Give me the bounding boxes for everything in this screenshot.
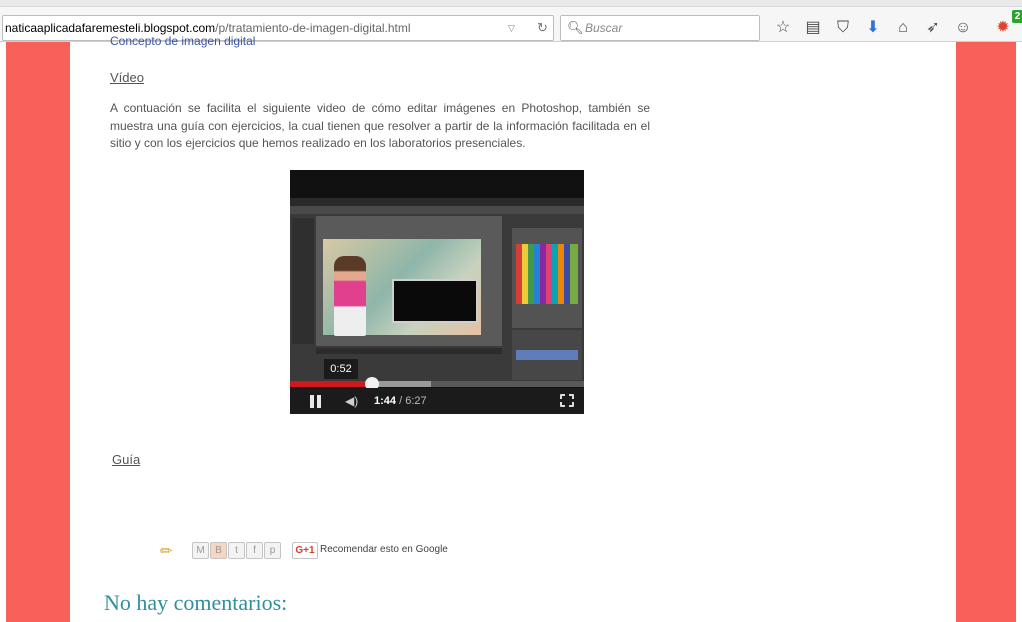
send-icon[interactable]: ➶ bbox=[922, 17, 944, 39]
video-controls bbox=[290, 388, 584, 414]
edit-pencil-icon[interactable]: ✏ bbox=[160, 542, 173, 560]
home-icon[interactable]: ⌂ bbox=[892, 17, 914, 39]
current-time: 1:44 bbox=[374, 395, 397, 407]
page-background: Concepto de imagen digital Vídeo A contu… bbox=[6, 34, 1016, 622]
intro-paragraph: A contuación se facilita el siguiente vi… bbox=[110, 101, 650, 150]
comments-heading: No hay comentarios: bbox=[104, 590, 288, 615]
progress-played bbox=[290, 381, 372, 387]
twitter-share-icon[interactable]: t bbox=[228, 542, 245, 559]
google-plus-button[interactable]: G+1 bbox=[292, 542, 318, 559]
reload-icon[interactable]: ↻ bbox=[537, 16, 548, 40]
previous-link[interactable]: Concepto de imagen digital bbox=[110, 34, 255, 48]
download-icon[interactable]: ⬇ bbox=[862, 17, 884, 39]
ps-status-strip bbox=[316, 348, 502, 354]
email-share-icon[interactable]: M bbox=[192, 542, 209, 559]
ps-menubar bbox=[290, 198, 584, 206]
ps-layer-selected bbox=[516, 350, 578, 360]
blogger-share-icon[interactable]: B bbox=[210, 542, 227, 559]
ps-tools-panel bbox=[292, 218, 314, 344]
facebook-share-icon[interactable]: f bbox=[246, 542, 263, 559]
guide-heading[interactable]: Guía bbox=[112, 452, 140, 467]
chat-icon[interactable]: ☺ bbox=[952, 17, 974, 39]
ps-inset-image bbox=[392, 279, 478, 323]
bookmark-star-icon[interactable]: ☆ bbox=[772, 17, 794, 39]
url-host: naticaaplicadafaremesteli.blogspot.com bbox=[5, 21, 216, 35]
fullscreen-icon[interactable] bbox=[560, 394, 574, 407]
search-icon: 🔍︎ bbox=[567, 20, 584, 35]
video-frame bbox=[290, 198, 584, 382]
url-bar[interactable]: naticaaplicadafaremesteli.blogspot.com/p… bbox=[2, 15, 554, 41]
pinterest-share-icon[interactable]: p bbox=[264, 542, 281, 559]
volume-icon[interactable]: ◀) bbox=[345, 394, 358, 408]
ps-swatches bbox=[516, 244, 578, 304]
video-heading: Vídeo bbox=[110, 70, 144, 85]
bookmarks-list-icon[interactable]: ▤ bbox=[802, 17, 824, 39]
search-bar[interactable]: 🔍︎ Buscar bbox=[560, 15, 760, 41]
recommend-google-text: Recomendar esto en Google bbox=[320, 544, 448, 555]
video-time: 1:44 / 6:27 bbox=[374, 395, 427, 407]
dropdown-arrow-icon[interactable]: ▽ bbox=[508, 16, 515, 40]
search-placeholder: Buscar bbox=[585, 21, 623, 35]
notification-badge: 2 bbox=[1012, 10, 1022, 23]
duration: / 6:27 bbox=[396, 395, 427, 407]
ps-toolstrip bbox=[290, 206, 584, 214]
url-path: /p/tratamiento-de-imagen-digital.html bbox=[215, 21, 411, 35]
blog-content: Concepto de imagen digital Vídeo A contu… bbox=[70, 34, 956, 622]
pause-icon[interactable] bbox=[310, 395, 322, 408]
window-edge-right bbox=[1016, 42, 1022, 622]
time-tooltip: 0:52 bbox=[324, 359, 358, 379]
extension-icon[interactable]: ✹ bbox=[992, 17, 1014, 39]
pocket-icon[interactable]: ⛉ bbox=[832, 17, 854, 39]
ps-photo-person bbox=[334, 256, 366, 336]
